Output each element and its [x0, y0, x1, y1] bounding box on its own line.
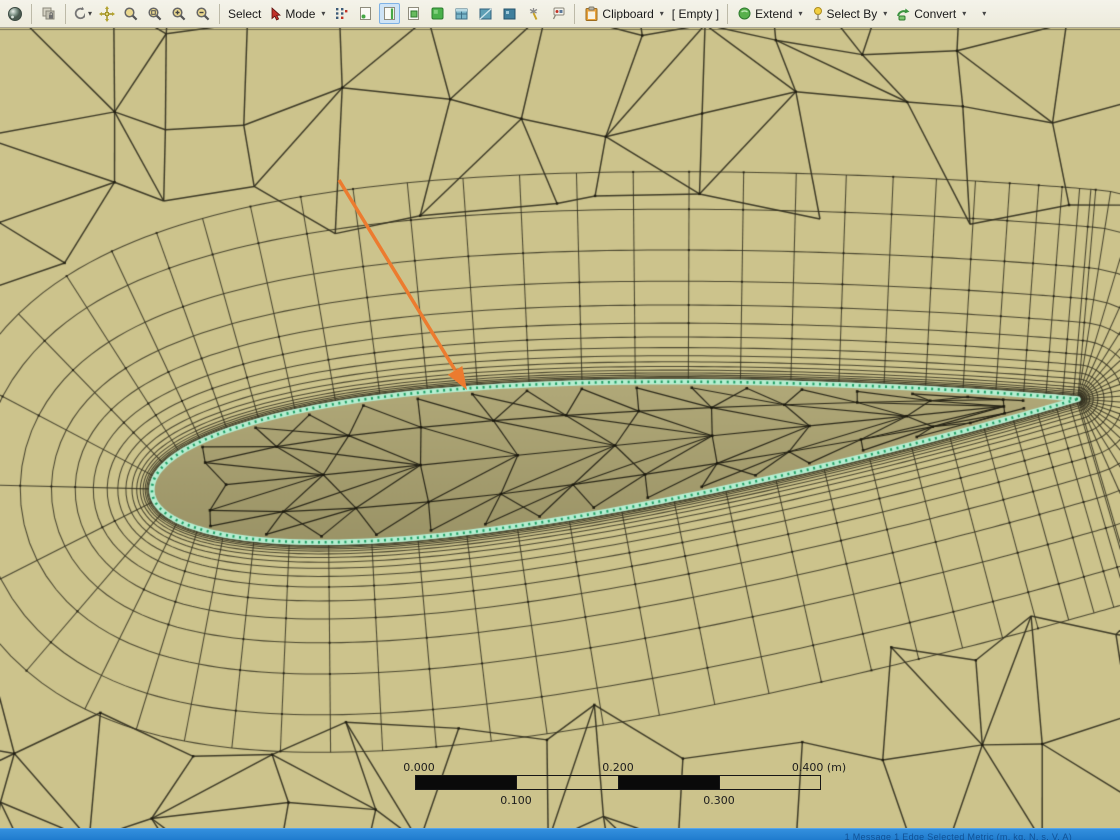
filter-all-icon[interactable] [499, 3, 520, 24]
convert-icon [896, 7, 911, 21]
scale-bar-ruler [415, 775, 821, 790]
scale-bar: 0.000 0.200 0.400 (m) 0.100 0.300 [415, 761, 821, 809]
extend-icon [737, 6, 752, 21]
select-by-label: Select By [827, 7, 878, 21]
selection-lock-icon[interactable] [38, 3, 59, 24]
filter-face-icon[interactable] [403, 3, 424, 24]
select-cursor-icon [269, 7, 282, 21]
mode-label: Mode [285, 7, 315, 21]
status-text: 1 Message 1 Edge Selected Metric (m, kg,… [0, 832, 1120, 840]
zoom-box-icon[interactable] [144, 3, 165, 24]
mode-dropdown[interactable]: Mode [266, 6, 328, 22]
convert-dropdown[interactable]: Convert [893, 6, 969, 22]
separator [31, 4, 32, 24]
separator [574, 4, 575, 24]
zoom-in-icon[interactable] [168, 3, 189, 24]
filter-edge-icon[interactable] [379, 3, 400, 24]
separator [727, 4, 728, 24]
separator [65, 4, 66, 24]
toolbar: Select Mode Clipboard [ Empty ] Extend [0, 0, 1120, 28]
scale-segment [415, 775, 517, 790]
probe-annotation-icon[interactable] [547, 3, 568, 24]
mesh-viewport[interactable]: 0.000 0.200 0.400 (m) 0.100 0.300 [0, 28, 1120, 828]
scale-label-300: 0.300 [703, 794, 735, 807]
extend-dropdown[interactable]: Extend [734, 5, 805, 22]
scale-segment [720, 775, 821, 790]
scale-segment [619, 775, 720, 790]
select-by-dropdown[interactable]: Select By [809, 5, 891, 22]
filter-body-icon[interactable] [427, 3, 448, 24]
extend-label: Extend [755, 7, 792, 21]
zoom-icon[interactable] [120, 3, 141, 24]
mesh-canvas[interactable] [0, 28, 1120, 828]
separator [219, 4, 220, 24]
scale-label-100: 0.100 [500, 794, 532, 807]
clipboard-icon [584, 6, 599, 22]
zoom-out-icon[interactable] [192, 3, 213, 24]
scale-segment [517, 775, 618, 790]
pan-icon[interactable] [96, 3, 117, 24]
select-by-icon [812, 6, 824, 21]
status-bar: 1 Message 1 Edge Selected Metric (m, kg,… [0, 828, 1120, 840]
clipboard-label: Clipboard [602, 7, 653, 21]
filter-adjacent-icon[interactable] [475, 3, 496, 24]
scale-label-400: 0.400 (m) [792, 761, 846, 774]
more-tools-icon[interactable] [972, 3, 993, 24]
clipboard-dropdown[interactable]: Clipboard [581, 5, 666, 23]
node-filter-icon[interactable] [331, 3, 352, 24]
filter-volume-icon[interactable] [451, 3, 472, 24]
select-label: Select [228, 7, 261, 21]
convert-label: Convert [914, 7, 956, 21]
orient-sphere-icon[interactable] [4, 3, 25, 24]
orbit-icon[interactable] [72, 3, 93, 24]
clipboard-state: [ Empty ] [672, 7, 719, 21]
scale-label-0: 0.000 [403, 761, 435, 774]
wand-select-icon[interactable] [523, 3, 544, 24]
filter-vertex-icon[interactable] [355, 3, 376, 24]
scale-label-200: 0.200 [602, 761, 634, 774]
